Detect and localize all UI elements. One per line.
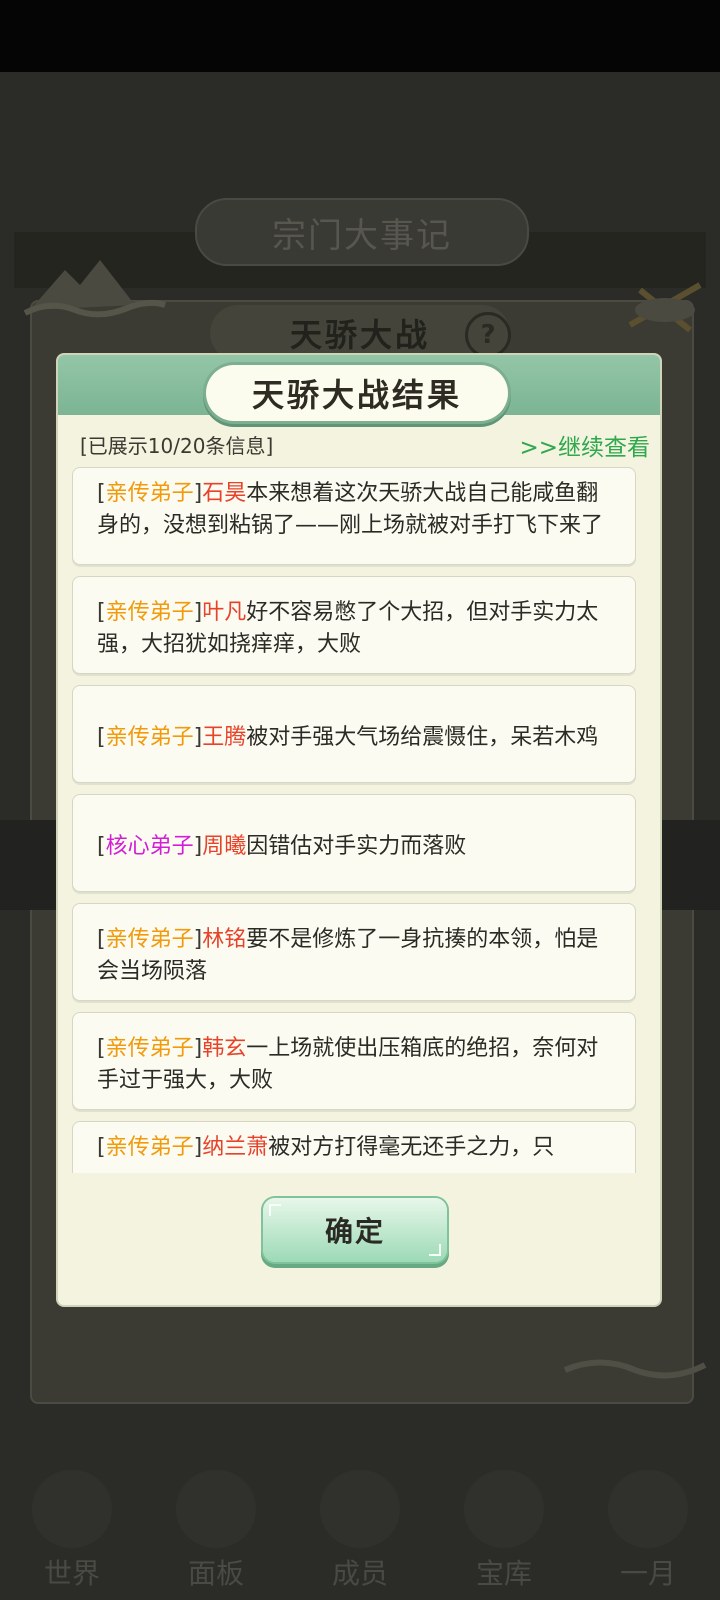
disciple-name: 石昊: [202, 481, 247, 506]
list-item: [亲传弟子]韩玄一上场就使出压箱底的绝招，奈何对手过于强大，大败: [72, 1012, 636, 1110]
bracket-close: ]: [193, 725, 203, 750]
rank-label: 亲传弟子: [105, 725, 194, 750]
bottom-nav: 世界 面板 成员 宝库 一月: [0, 1470, 720, 1600]
confirm-button-label: 确定: [324, 1215, 385, 1248]
treasury-icon: [464, 1470, 544, 1548]
entry-text: [亲传弟子]林铭要不是修炼了一身抗揍的本领，怕是会当场陨落: [97, 924, 611, 988]
entry-text: [亲传弟子]王腾被对手强大气场给震慑住，呆若木鸡: [97, 722, 598, 754]
status-bar-area: [0, 0, 720, 72]
sword-cloud-icon: [628, 282, 702, 333]
info-row: [已展示10/20条信息] >>继续查看: [80, 430, 650, 464]
nav-item-world[interactable]: 世界: [12, 1470, 132, 1600]
moon-icon: [608, 1470, 688, 1548]
nav-item-members[interactable]: 成员: [300, 1470, 420, 1600]
nav-label: 成员: [331, 1557, 388, 1590]
world-icon: [32, 1470, 112, 1548]
entry-text: [亲传弟子]叶凡好不容易憋了个大招，但对手实力太强，大招犹如挠痒痒，大败: [97, 597, 611, 661]
rank-label: 亲传弟子: [105, 1135, 194, 1160]
nav-label: 一月: [619, 1557, 676, 1590]
rank-label: 亲传弟子: [105, 927, 194, 952]
list-item: [亲传弟子]王腾被对手强大气场给震慑住，呆若木鸡: [72, 685, 636, 783]
button-corner-decoration: [429, 1244, 441, 1256]
bracket-open: [: [97, 725, 106, 750]
nav-item-month[interactable]: 一月: [588, 1470, 708, 1600]
bracket-close: ]: [193, 1036, 203, 1061]
nav-label: 宝库: [475, 1557, 532, 1590]
bracket-open: [: [97, 834, 106, 859]
entry-text: [亲传弟子]纳兰萧被对方打得毫无还手之力，只: [97, 1132, 554, 1164]
bracket-close: ]: [193, 600, 203, 625]
bracket-close: ]: [193, 834, 203, 859]
bracket-close: ]: [193, 1135, 203, 1160]
help-icon[interactable]: ?: [465, 312, 511, 358]
info-count: [已展示10/20条信息]: [80, 434, 274, 458]
result-list[interactable]: [亲传弟子]石昊本来想着这次天骄大战自己能咸鱼翻身的，没想到粘锅了——刚上场就被…: [72, 467, 646, 1173]
rank-label: 亲传弟子: [105, 600, 194, 625]
mountain-cloud-icon: [23, 260, 166, 318]
list-item: [亲传弟子]纳兰萧被对方打得毫无还手之力，只: [72, 1121, 636, 1173]
bracket-close: ]: [193, 481, 203, 506]
list-item: [亲传弟子]石昊本来想着这次天骄大战自己能咸鱼翻身的，没想到粘锅了——刚上场就被…: [72, 467, 636, 565]
disciple-name: 林铭: [202, 927, 247, 952]
entry-text: [核心弟子]周曦因错估对手实力而落败: [97, 831, 466, 863]
nav-label: 世界: [43, 1557, 100, 1590]
members-icon: [320, 1470, 400, 1548]
rank-label: 亲传弟子: [105, 1036, 194, 1061]
button-corner-decoration: [269, 1204, 281, 1216]
confirm-button[interactable]: 确定: [263, 1198, 447, 1262]
list-item: [亲传弟子]叶凡好不容易憋了个大招，但对手实力太强，大招犹如挠痒痒，大败: [72, 576, 636, 674]
background-banner-title: 宗门大事记: [272, 215, 452, 256]
entry-description: 被对手强大气场给震慑住，呆若木鸡: [246, 725, 599, 750]
background-subtitle-text: 天骄大战: [289, 316, 430, 354]
rank-label: 亲传弟子: [105, 481, 194, 506]
bracket-open: [: [97, 1135, 106, 1160]
nav-label: 面板: [187, 1557, 244, 1590]
battle-result-dialog: 天骄大战结果 [已展示10/20条信息] >>继续查看 [亲传弟子]石昊本来想着…: [58, 355, 660, 1305]
background-banner: 宗门大事记: [195, 198, 529, 266]
disciple-name: 叶凡: [202, 600, 247, 625]
bracket-close: ]: [193, 927, 203, 952]
bracket-open: [: [97, 481, 106, 506]
continue-view-link[interactable]: >>继续查看: [519, 428, 650, 462]
cloud-icon: [563, 1359, 707, 1379]
dialog-title-pill: 天骄大战结果: [206, 365, 508, 421]
entry-description: 因错估对手实力而落败: [246, 834, 467, 859]
disciple-name: 韩玄: [202, 1036, 247, 1061]
bracket-open: [: [97, 600, 106, 625]
entry-text: [亲传弟子]韩玄一上场就使出压箱底的绝招，奈何对手过于强大，大败: [97, 1033, 611, 1097]
entry-text: [亲传弟子]石昊本来想着这次天骄大战自己能咸鱼翻身的，没想到粘锅了——刚上场就被…: [97, 478, 611, 542]
bracket-open: [: [97, 1036, 106, 1061]
bracket-open: [: [97, 927, 106, 952]
nav-item-panel[interactable]: 面板: [156, 1470, 276, 1600]
panel-icon: [176, 1470, 256, 1548]
disciple-name: 王腾: [202, 725, 247, 750]
list-item: [核心弟子]周曦因错估对手实力而落败: [72, 794, 636, 892]
entry-description: 被对方打得毫无还手之力，只: [268, 1135, 555, 1160]
nav-item-treasury[interactable]: 宝库: [444, 1470, 564, 1600]
disciple-name: 纳兰萧: [202, 1135, 269, 1160]
disciple-name: 周曦: [202, 834, 247, 859]
rank-label: 核心弟子: [105, 834, 194, 859]
list-item: [亲传弟子]林铭要不是修炼了一身抗揍的本领，怕是会当场陨落: [72, 903, 636, 1001]
dialog-title: 天骄大战结果: [251, 376, 462, 414]
